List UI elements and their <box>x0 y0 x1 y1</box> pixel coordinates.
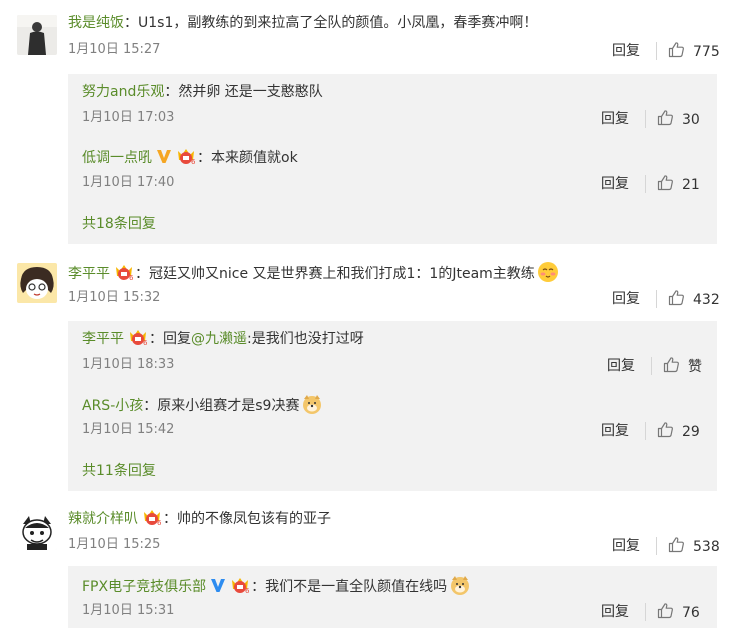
comment-content: 辣就介样叭 6 ：帅的不像凤包该有的亚子 <box>68 508 331 532</box>
reply-word: 回复 <box>163 331 191 347</box>
like-count: 30 <box>682 111 700 128</box>
comment-text: 冠廷又帅又nice 又是世界赛上和我们打成1：1的Jteam主教练 <box>149 266 535 282</box>
like-button[interactable]: 30 <box>657 109 700 130</box>
divider <box>645 175 646 193</box>
thumbs-up-icon <box>668 289 685 310</box>
svg-text:6: 6 <box>191 158 196 165</box>
doge-emoji-icon <box>449 574 471 602</box>
reply-content: 低调一点吼 6 ：本来颜值就ok <box>82 147 298 171</box>
divider <box>656 42 657 60</box>
divider <box>656 537 657 555</box>
svg-text:6: 6 <box>157 519 162 526</box>
username-link[interactable]: 李平平 <box>68 266 110 282</box>
thumbs-up-icon <box>657 109 674 130</box>
reply-button[interactable]: 回复 <box>601 110 629 128</box>
like-button[interactable]: 21 <box>657 174 700 195</box>
reply-content: ARS-小孩：原来小组赛才是s9决赛 <box>82 393 323 421</box>
svg-text:6: 6 <box>143 339 148 346</box>
thumbs-up-icon <box>657 174 674 195</box>
reply-button[interactable]: 回复 <box>612 42 640 60</box>
blush-face-emoji-icon <box>537 261 559 289</box>
username-link[interactable]: 辣就介样叭 <box>68 511 138 527</box>
member-crown-icon: 6 <box>175 147 197 171</box>
like-count: 538 <box>693 538 720 555</box>
member-crown-icon: 6 <box>113 263 135 287</box>
username-link[interactable]: 我是纯饭 <box>68 15 124 31</box>
username-link[interactable]: FPX电子竞技俱乐部 <box>82 579 206 595</box>
reply-text: 是我们也没打过呀 <box>251 331 364 347</box>
like-count: 76 <box>682 604 700 621</box>
mention-link[interactable]: @九濑遥 <box>191 331 247 347</box>
like-count: 775 <box>693 43 720 60</box>
reply-button[interactable]: 回复 <box>612 537 640 555</box>
svg-text:6: 6 <box>245 587 250 594</box>
comment-content: 李平平 6 ：冠廷又帅又nice 又是世界赛上和我们打成1：1的Jteam主教练 <box>68 261 559 289</box>
thumbs-up-icon <box>668 536 685 557</box>
reply-text: 然并卵 还是一支憨憨队 <box>178 84 323 100</box>
reply-content: FPX电子竞技俱乐部 6 ：我们不是一直全队颜值在线吗 <box>82 574 471 602</box>
thumbs-up-icon <box>668 41 685 62</box>
divider <box>645 110 646 128</box>
reply-button[interactable]: 回复 <box>607 357 635 375</box>
username-link[interactable]: 低调一点吼 <box>82 150 152 166</box>
avatar[interactable] <box>17 263 57 303</box>
member-crown-icon: 6 <box>141 508 163 532</box>
comment-date: 1月10日 15:25 <box>68 537 161 552</box>
thumbs-up-icon <box>663 356 680 377</box>
divider <box>645 603 646 621</box>
like-count: 432 <box>693 291 720 308</box>
username-link[interactable]: 努力and乐观 <box>82 84 164 100</box>
like-count: 29 <box>682 423 700 440</box>
like-button[interactable]: 775 <box>668 41 720 62</box>
reply-list: 李平平 6 ：回复@九濑遥:是我们也没打过呀 1月10日 18:33 回复 赞 AR… <box>68 321 717 491</box>
verified-v-icon <box>156 149 172 170</box>
reply-date: 1月10日 17:03 <box>82 110 175 125</box>
doge-emoji-icon <box>301 393 323 421</box>
reply-date: 1月10日 15:42 <box>82 422 175 437</box>
reply-button[interactable]: 回复 <box>601 603 629 621</box>
comment-text: U1s1，副教练的到来拉高了全队的颜值。小凤凰，春季赛冲啊！ <box>138 15 538 31</box>
verified-blue-v-icon <box>210 578 226 599</box>
like-button[interactable]: 432 <box>668 289 720 310</box>
reply-button[interactable]: 回复 <box>601 422 629 440</box>
reply-date: 1月10日 17:40 <box>82 175 175 190</box>
reply-text: 本来颜值就ok <box>211 150 298 166</box>
member-crown-icon: 6 <box>229 576 251 600</box>
like-button[interactable]: 76 <box>657 602 700 623</box>
reply-date: 1月10日 15:31 <box>82 603 175 618</box>
username-link[interactable]: 李平平 <box>82 331 124 347</box>
avatar[interactable] <box>17 510 57 550</box>
reply-text: 原来小组赛才是s9决赛 <box>157 398 300 414</box>
thumbs-up-icon <box>657 421 674 442</box>
reply-list: 努力and乐观：然并卵 还是一支憨憨队 1月10日 17:03 回复 30 低调… <box>68 74 717 244</box>
comment-date: 1月10日 15:27 <box>68 42 161 57</box>
reply-list: FPX电子竞技俱乐部 6 ：我们不是一直全队颜值在线吗 1月10日 15:31 回复… <box>68 566 717 628</box>
divider <box>651 357 652 375</box>
more-replies-link[interactable]: 共18条回复 <box>82 215 156 233</box>
reply-date: 1月10日 18:33 <box>82 357 175 372</box>
like-count: 赞 <box>688 358 702 375</box>
reply-content: 李平平 6 ：回复@九濑遥:是我们也没打过呀 <box>82 328 364 352</box>
like-count: 21 <box>682 176 700 193</box>
more-replies-link[interactable]: 共11条回复 <box>82 462 156 480</box>
comment-content: 我是纯饭：U1s1，副教练的到来拉高了全队的颜值。小凤凰，春季赛冲啊！ <box>68 15 538 31</box>
like-button[interactable]: 538 <box>668 536 720 557</box>
svg-text:6: 6 <box>129 274 134 281</box>
avatar[interactable] <box>17 15 57 55</box>
comment-date: 1月10日 15:32 <box>68 290 161 305</box>
reply-button[interactable]: 回复 <box>612 290 640 308</box>
like-button[interactable]: 赞 <box>663 356 702 377</box>
thumbs-up-icon <box>657 602 674 623</box>
member-crown-icon: 6 <box>127 328 149 352</box>
divider <box>656 290 657 308</box>
reply-button[interactable]: 回复 <box>601 175 629 193</box>
username-link[interactable]: ARS-小孩 <box>82 398 143 414</box>
divider <box>645 422 646 440</box>
comment-text: 帅的不像凤包该有的亚子 <box>177 511 331 527</box>
reply-text: 我们不是一直全队颜值在线吗 <box>265 579 448 595</box>
reply-content: 努力and乐观：然并卵 还是一支憨憨队 <box>82 84 323 100</box>
like-button[interactable]: 29 <box>657 421 700 442</box>
